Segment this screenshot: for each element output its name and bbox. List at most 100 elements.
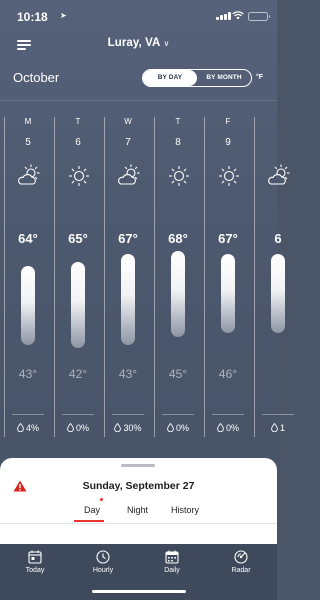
- sunny-icon: [66, 164, 92, 188]
- raindrop-icon: [217, 422, 224, 434]
- raindrop-icon: [271, 422, 278, 434]
- day-of-month: 6: [75, 137, 81, 148]
- day-of-month: 9: [225, 137, 231, 148]
- active-tab-dot: [100, 498, 103, 501]
- nav-today[interactable]: Today: [10, 550, 60, 574]
- precip-value: 0%: [225, 423, 239, 433]
- high-temperature: 68°: [168, 231, 188, 246]
- tab-day[interactable]: Day: [84, 505, 100, 515]
- day-column[interactable]: T 8 68° 45° 0%: [154, 112, 202, 442]
- wifi-icon: [232, 11, 244, 20]
- day-of-month: 5: [25, 137, 31, 148]
- detail-tabs: Day Night History: [0, 505, 277, 525]
- precip-divider: [162, 414, 194, 415]
- day-column[interactable]: 61: [254, 112, 302, 442]
- active-tab-underline: [74, 520, 104, 522]
- status-bar: 10:18 ➤: [0, 0, 277, 28]
- header-divider: [0, 100, 277, 101]
- day-detail-sheet[interactable]: Sunday, September 27 Day Night History: [0, 458, 277, 558]
- high-temperature: 6: [274, 231, 282, 246]
- precip-divider: [62, 414, 94, 415]
- detail-date: Sunday, September 27: [82, 480, 195, 492]
- precip-value: 1: [279, 423, 285, 433]
- temperature-range-bar: [271, 254, 285, 334]
- by-month-toggle[interactable]: BY MONTH: [197, 70, 251, 86]
- view-toggle[interactable]: BY DAY BY MONTH: [142, 69, 252, 87]
- tab-history[interactable]: History: [171, 505, 199, 515]
- day-of-week: M: [24, 117, 32, 126]
- month-title: October: [13, 70, 60, 85]
- radar-icon: [234, 550, 248, 564]
- low-temperature: 43°: [118, 367, 138, 381]
- location-services-icon: ➤: [60, 11, 67, 20]
- nav-daily-label: Daily: [164, 567, 180, 574]
- location-name: Luray, VA: [107, 37, 161, 49]
- high-temperature: 64°: [18, 231, 38, 246]
- nav-radar-label: Radar: [231, 567, 251, 574]
- status-time: 10:18: [17, 10, 48, 24]
- clock-icon: [96, 550, 110, 564]
- day-column[interactable]: T 6 65° 42° 0%: [54, 112, 102, 442]
- sheet-grabber[interactable]: [121, 464, 155, 467]
- nav-hourly[interactable]: Hourly: [78, 550, 128, 574]
- precipitation-chance: 0%: [154, 422, 202, 434]
- sunny-icon: [216, 164, 242, 188]
- day-of-week: T: [75, 117, 81, 126]
- precip-divider: [12, 414, 44, 415]
- low-temperature: 42°: [68, 367, 88, 381]
- home-indicator: [92, 590, 186, 593]
- column-separator: [254, 117, 255, 437]
- sunny-icon: [166, 164, 192, 188]
- day-of-week: W: [124, 117, 132, 126]
- day-column[interactable]: W 7 67° 43° 30%: [104, 112, 152, 442]
- precipitation-chance: 4%: [4, 422, 52, 434]
- by-day-toggle[interactable]: BY DAY: [143, 70, 197, 86]
- high-temperature: 67°: [118, 231, 138, 246]
- day-column[interactable]: M 5 64° 43° 4%: [4, 112, 52, 442]
- precip-value: 30%: [123, 423, 142, 433]
- temperature-range-bar: [71, 261, 85, 349]
- precip-divider: [112, 414, 144, 415]
- precipitation-chance: 30%: [104, 422, 152, 434]
- low-temperature: 46°: [218, 367, 238, 381]
- day-of-month: 8: [175, 137, 181, 148]
- raindrop-icon: [17, 422, 24, 434]
- precip-value: 0%: [75, 423, 89, 433]
- precip-divider: [212, 414, 244, 415]
- precipitation-chance: 0%: [54, 422, 102, 434]
- precip-value: 0%: [175, 423, 189, 433]
- temperature-range-bar: [171, 250, 185, 338]
- raindrop-icon: [114, 422, 122, 434]
- raindrop-icon: [67, 422, 74, 434]
- day-column[interactable]: F 9 67° 46° 0%: [204, 112, 252, 442]
- partly-cloudy-icon: [116, 164, 142, 188]
- temperature-range-bar: [221, 254, 235, 334]
- raindrop-icon: [167, 422, 174, 434]
- precipitation-chance: 1: [254, 422, 302, 434]
- precipitation-chance: 0%: [204, 422, 252, 434]
- cellular-signal-icon: [216, 12, 231, 20]
- day-of-month: 7: [125, 137, 131, 148]
- nav-radar[interactable]: Radar: [216, 550, 266, 574]
- column-separator: [154, 117, 155, 437]
- nav-today-label: Today: [25, 567, 45, 574]
- column-separator: [4, 117, 5, 437]
- partly-cloudy-icon: [266, 164, 292, 188]
- precip-divider: [262, 414, 294, 415]
- temperature-range-bar: [121, 254, 135, 345]
- column-separator: [104, 117, 105, 437]
- calendar-grid-icon: [165, 550, 179, 564]
- precip-value: 4%: [25, 423, 39, 433]
- column-separator: [54, 117, 55, 437]
- nav-daily[interactable]: Daily: [147, 550, 197, 574]
- column-separator: [204, 117, 205, 437]
- low-temperature: 45°: [168, 367, 188, 381]
- day-of-week: T: [175, 117, 181, 126]
- tab-night[interactable]: Night: [127, 505, 148, 515]
- temperature-unit[interactable]: °F: [256, 74, 263, 81]
- high-temperature: 67°: [218, 231, 238, 246]
- high-temperature: 65°: [68, 231, 88, 246]
- location-selector[interactable]: Luray, VA ∨: [0, 37, 277, 49]
- chevron-down-icon: ∨: [163, 39, 170, 48]
- day-of-week: F: [225, 117, 231, 126]
